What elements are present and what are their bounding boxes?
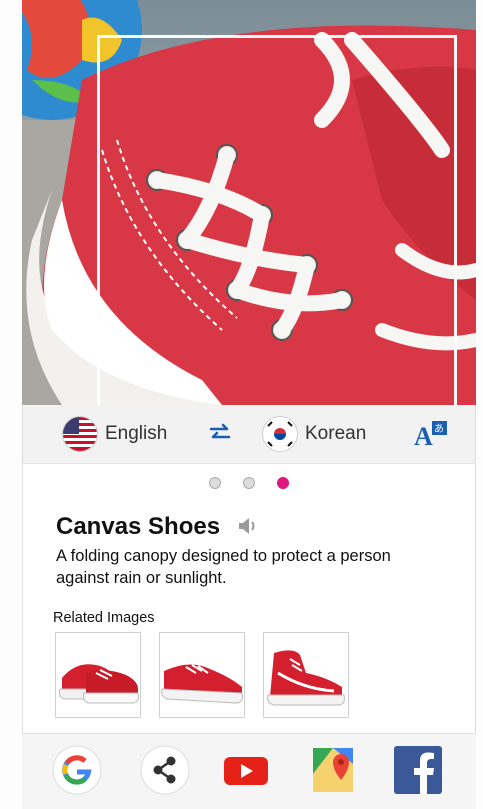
related-image-red-high-top[interactable]	[263, 632, 349, 718]
page-dot-1[interactable]	[209, 477, 221, 489]
related-image-red-sneaker-side[interactable]	[159, 632, 245, 718]
related-images-row	[55, 632, 349, 718]
related-images-title: Related Images	[53, 610, 155, 626]
camera-photo	[22, 0, 476, 405]
target-language-label: Korean	[305, 423, 367, 444]
us-flag-icon	[63, 417, 97, 451]
svg-text:あ: あ	[434, 423, 444, 435]
facebook-icon[interactable]	[392, 744, 444, 796]
page-dot-2[interactable]	[243, 477, 255, 489]
translate-a-icon[interactable]: A あ	[414, 420, 448, 448]
word-definition: A folding canopy designed to protect a p…	[56, 547, 391, 587]
related-image-red-sneakers-pair[interactable]	[55, 632, 141, 718]
swap-arrows-icon[interactable]	[208, 421, 232, 445]
page-indicator	[23, 477, 475, 489]
youtube-icon[interactable]	[220, 744, 272, 796]
maps-icon[interactable]	[307, 744, 359, 796]
page-dot-3-active[interactable]	[277, 477, 289, 489]
svg-text:A: A	[414, 422, 433, 448]
google-icon[interactable]	[51, 744, 103, 796]
source-language-selector[interactable]: English	[63, 417, 167, 451]
source-language-label: English	[105, 423, 168, 444]
sneaker-photo-illustration	[22, 0, 476, 405]
word-title: Canvas Shoes	[56, 513, 221, 540]
left-edge	[0, 0, 22, 809]
language-bar: English Korean A あ	[23, 405, 475, 464]
korea-flag-icon	[263, 417, 297, 451]
share-bar	[22, 733, 476, 809]
share-icon[interactable]	[139, 744, 191, 796]
right-edge	[476, 0, 483, 809]
target-language-selector[interactable]: Korean	[263, 417, 366, 451]
speaker-icon[interactable]	[237, 516, 259, 536]
